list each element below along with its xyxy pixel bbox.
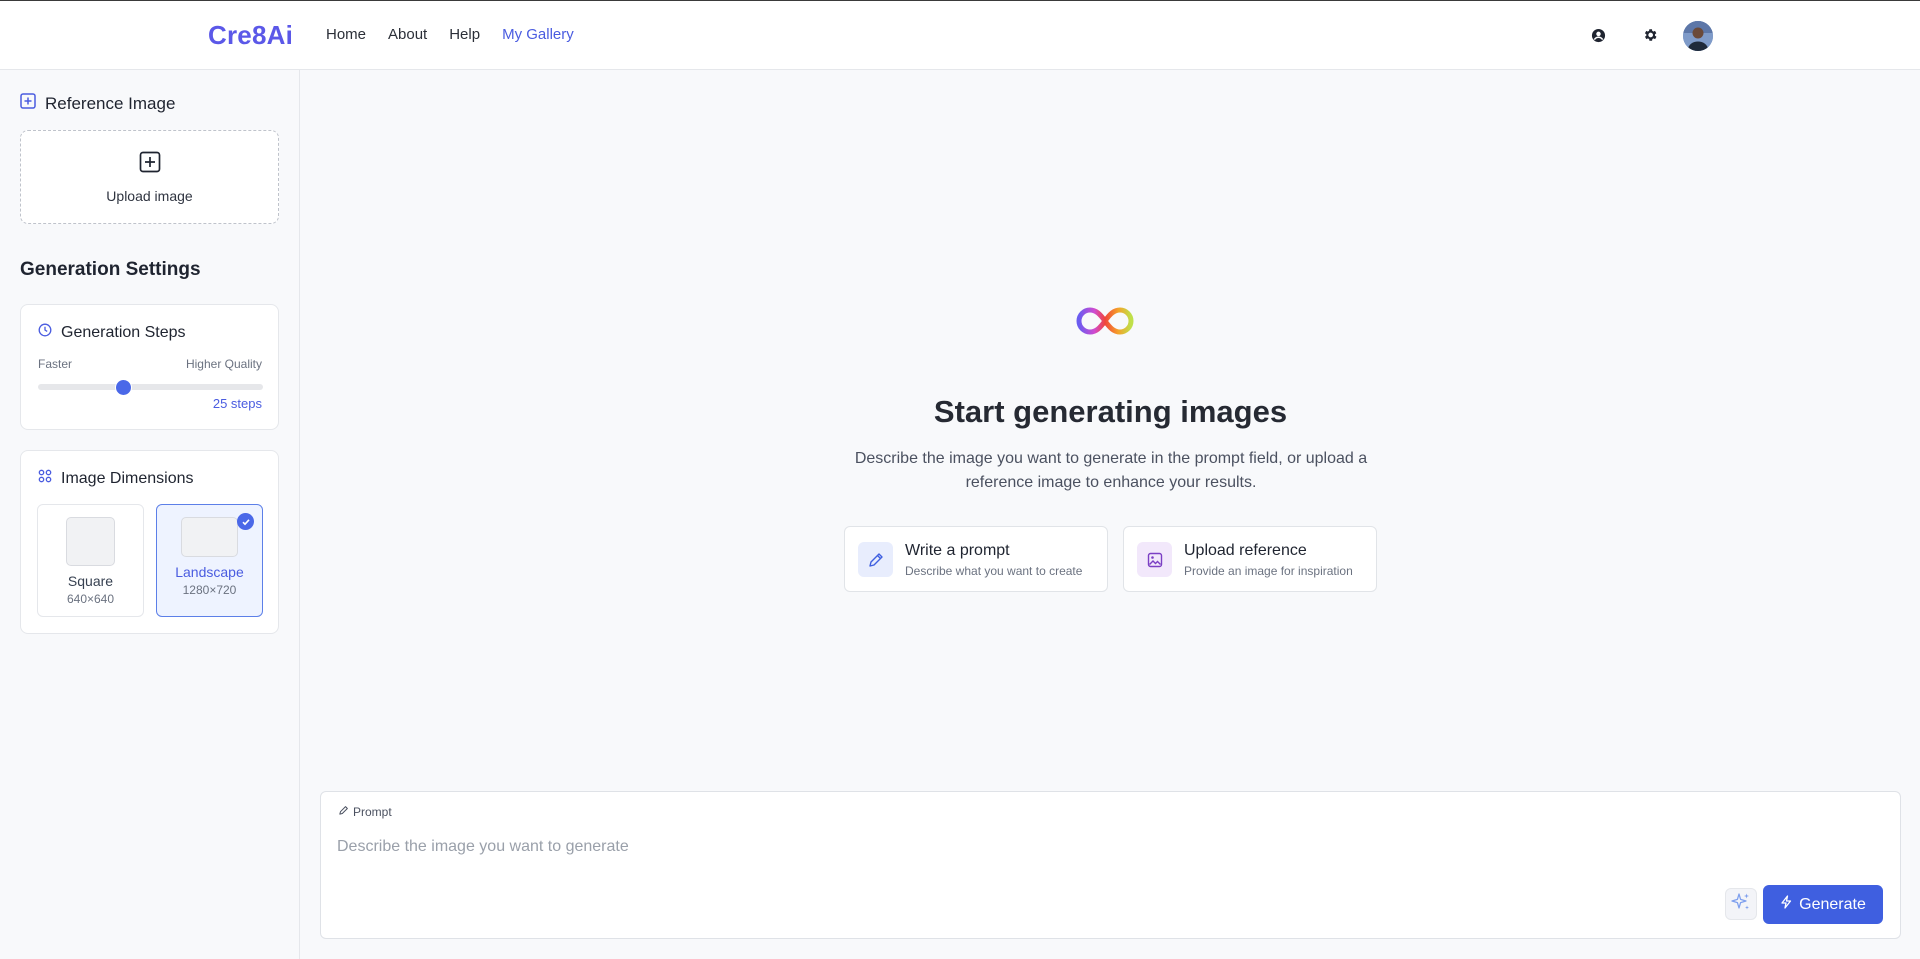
steps-slider-thumb[interactable] bbox=[116, 380, 131, 395]
gear-icon[interactable] bbox=[1638, 23, 1662, 47]
grid-icon bbox=[38, 469, 52, 488]
generate-label: Generate bbox=[1799, 895, 1866, 913]
image-dimensions-title: Image Dimensions bbox=[61, 469, 194, 487]
prompt-panel: Prompt Generate bbox=[320, 791, 1901, 939]
slider-labels: Faster Higher Quality bbox=[38, 357, 262, 371]
dimension-option-square[interactable]: Square 640×640 bbox=[37, 504, 144, 617]
check-icon bbox=[237, 513, 254, 530]
infinity-logo-icon bbox=[1069, 303, 1141, 344]
top-header: Cre8Ai Home About Help My Gallery bbox=[0, 0, 1920, 70]
steps-slider-track[interactable] bbox=[38, 384, 263, 390]
nav-home[interactable]: Home bbox=[326, 26, 366, 43]
generation-steps-title: Generation Steps bbox=[61, 323, 186, 341]
image-dimensions-heading: Image Dimensions bbox=[38, 469, 194, 488]
pencil-icon bbox=[858, 542, 893, 577]
dimension-name: Square bbox=[67, 573, 114, 589]
clock-icon bbox=[38, 323, 52, 342]
square-preview bbox=[66, 517, 115, 566]
sidebar: Reference Image Upload image Generation … bbox=[0, 70, 300, 959]
nav-help[interactable]: Help bbox=[449, 26, 480, 43]
prompt-label: Prompt bbox=[338, 805, 392, 819]
generation-settings-heading: Generation Settings bbox=[20, 259, 201, 280]
prompt-input[interactable] bbox=[337, 832, 1637, 862]
empty-state-title: Start generating images bbox=[933, 394, 1288, 429]
image-plus-icon bbox=[20, 93, 36, 114]
upload-image-dropzone[interactable]: Upload image bbox=[20, 130, 279, 224]
image-icon bbox=[1137, 542, 1172, 577]
generation-steps-heading: Generation Steps bbox=[38, 323, 186, 342]
main-nav: Home About Help My Gallery bbox=[326, 26, 596, 43]
main-area: Start generating images Describe the ima… bbox=[301, 70, 1920, 959]
slider-max-label: Higher Quality bbox=[185, 357, 262, 371]
upload-reference-subtitle: Provide an image for inspiration bbox=[1184, 564, 1353, 578]
app-logo[interactable]: Cre8Ai bbox=[208, 20, 293, 51]
write-prompt-title: Write a prompt bbox=[905, 542, 1010, 559]
bolt-icon bbox=[1780, 895, 1793, 914]
dimension-option-landscape[interactable]: Landscape 1280×720 bbox=[156, 504, 263, 617]
dimension-size: 1280×720 bbox=[182, 583, 237, 597]
empty-state-description: Describe the image you want to generate … bbox=[854, 450, 1368, 491]
slider-min-label: Faster bbox=[38, 357, 73, 371]
upload-reference-title: Upload reference bbox=[1184, 542, 1307, 559]
dimension-name: Landscape bbox=[175, 564, 244, 580]
nav-about[interactable]: About bbox=[388, 26, 427, 43]
landscape-preview bbox=[181, 517, 238, 557]
nav-my-gallery[interactable]: My Gallery bbox=[502, 26, 574, 43]
prompt-label-text: Prompt bbox=[353, 805, 392, 819]
upload-image-label: Upload image bbox=[106, 187, 193, 204]
steps-value: 25 steps bbox=[212, 396, 262, 411]
write-prompt-card[interactable]: Write a prompt Describe what you want to… bbox=[844, 526, 1108, 592]
dimension-size: 640×640 bbox=[66, 592, 115, 606]
upload-reference-card[interactable]: Upload reference Provide an image for in… bbox=[1123, 526, 1377, 592]
image-dimensions-card: Image Dimensions Square 640×640 Landscap… bbox=[20, 450, 279, 634]
write-prompt-subtitle: Describe what you want to create bbox=[905, 564, 1083, 578]
generate-button[interactable]: Generate bbox=[1763, 885, 1883, 924]
user-circle-icon[interactable] bbox=[1586, 23, 1610, 47]
reference-image-title: Reference Image bbox=[45, 93, 176, 113]
generation-steps-card: Generation Steps Faster Higher Quality 2… bbox=[20, 304, 279, 430]
reference-image-heading: Reference Image bbox=[20, 93, 175, 114]
avatar[interactable] bbox=[1683, 21, 1713, 51]
pencil-small-icon bbox=[338, 805, 349, 819]
sparkles-icon bbox=[1730, 891, 1752, 918]
enhance-prompt-button[interactable] bbox=[1725, 888, 1757, 920]
plus-square-icon bbox=[139, 151, 161, 178]
